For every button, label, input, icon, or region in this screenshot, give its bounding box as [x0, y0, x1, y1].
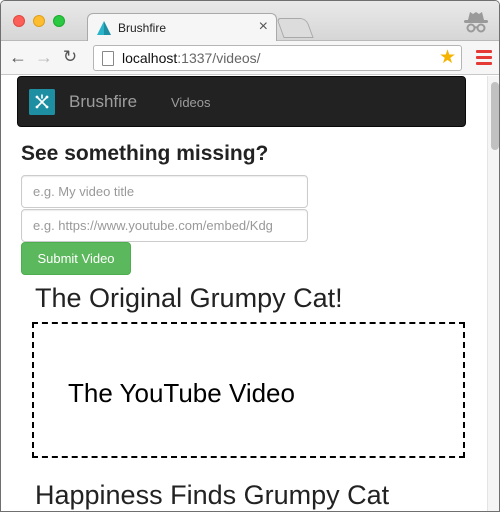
tab-brushfire[interactable]: Brushfire ×	[87, 13, 277, 42]
arrow-right-icon[interactable]: →	[33, 46, 55, 68]
site-navbar: Brushfire Videos	[17, 76, 466, 127]
video-url-input[interactable]	[21, 209, 308, 242]
close-window-button[interactable]	[13, 15, 25, 27]
video-placeholder-label: The YouTube Video	[68, 378, 295, 408]
browser-toolbar: ← → ↻ localhost:1337/videos/ ★	[1, 41, 499, 75]
tab-close-icon[interactable]: ×	[259, 18, 268, 36]
url-host: localhost	[122, 50, 178, 66]
brushfire-logo-icon[interactable]	[29, 89, 55, 115]
new-tab-button[interactable]	[276, 18, 314, 38]
url-path: :1337/videos/	[177, 50, 261, 66]
arrow-left-icon[interactable]: ←	[7, 46, 29, 68]
page-scrollbar[interactable]	[487, 76, 499, 511]
page-viewport: Brushfire Videos See something missing? …	[1, 76, 499, 511]
video-title-input[interactable]	[21, 175, 308, 208]
star-icon[interactable]: ★	[439, 47, 456, 69]
browser-window: Brushfire × ← → ↻ localhost:1337/videos/…	[0, 0, 500, 512]
scrollbar-thumb[interactable]	[491, 82, 499, 150]
tab-title: Brushfire	[118, 21, 167, 35]
navbar-brand[interactable]: Brushfire	[69, 92, 137, 112]
video-title: Happiness Finds Grumpy Cat	[35, 480, 390, 510]
incognito-icon	[464, 12, 488, 33]
tab-strip: Brushfire ×	[1, 1, 499, 42]
url-text: localhost:1337/videos/	[122, 50, 261, 66]
brushfire-favicon-icon	[97, 21, 111, 35]
nav-link-videos[interactable]: Videos	[171, 95, 211, 110]
video-title: The Original Grumpy Cat!	[35, 283, 343, 313]
minimize-window-button[interactable]	[33, 15, 45, 27]
form-heading: See something missing?	[21, 142, 269, 165]
address-bar[interactable]: localhost:1337/videos/ ★	[93, 45, 462, 71]
maximize-window-button[interactable]	[53, 15, 65, 27]
reload-icon[interactable]: ↻	[59, 46, 81, 68]
page-icon	[102, 51, 114, 66]
video-placeholder[interactable]: The YouTube Video	[32, 322, 465, 458]
submit-video-button[interactable]: Submit Video	[21, 242, 131, 275]
hamburger-menu-icon[interactable]	[476, 50, 492, 66]
